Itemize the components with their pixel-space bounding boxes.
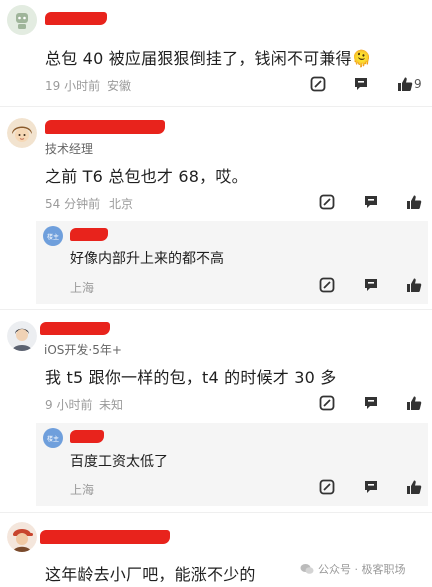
like-count: 9 <box>414 77 422 91</box>
comment-text: 这年龄去小厂吧，能涨不少的 <box>45 565 256 584</box>
user-title: iOS开发·5年+ <box>44 343 122 357</box>
comment-time: 54 分钟前 <box>45 197 101 211</box>
avatar[interactable] <box>7 118 37 148</box>
avatar[interactable] <box>7 5 37 35</box>
edit-icon[interactable] <box>318 394 336 412</box>
edit-icon[interactable] <box>309 75 327 93</box>
comment-location: 北京 <box>109 197 134 211</box>
comment-location: 未知 <box>99 398 124 412</box>
redacted-username <box>70 228 108 241</box>
watermark: 公众号 · 极客职场 <box>300 561 406 577</box>
redacted-username <box>45 120 165 134</box>
comment-text: 我 t5 跟你一样的包，t4 的时候才 30 多 <box>45 368 337 387</box>
comment-icon[interactable] <box>352 75 370 93</box>
reply-location: 上海 <box>70 483 95 497</box>
edit-icon[interactable] <box>318 193 336 211</box>
avatar[interactable] <box>7 522 37 552</box>
divider <box>0 309 432 310</box>
wechat-icon <box>300 563 314 575</box>
reply-text: 百度工资太低了 <box>70 454 168 470</box>
redacted-username <box>45 12 107 25</box>
avatar[interactable] <box>7 321 37 351</box>
comment-icon[interactable] <box>362 276 380 294</box>
divider <box>0 106 432 107</box>
thumb-up-icon[interactable] <box>396 75 414 93</box>
thumb-up-icon[interactable] <box>405 193 423 211</box>
comment-text: 总包 40 被应届狠狠倒挂了，钱闲不可兼得🫠 <box>45 49 372 68</box>
thumb-up-icon[interactable] <box>405 276 423 294</box>
comment-time: 19 小时前 <box>45 79 101 93</box>
thumb-up-icon[interactable] <box>405 394 423 412</box>
edit-icon[interactable] <box>318 478 336 496</box>
edit-icon[interactable] <box>318 276 336 294</box>
comment-icon[interactable] <box>362 394 380 412</box>
user-title: 技术经理 <box>45 142 94 156</box>
watermark-text: 公众号 · 极客职场 <box>318 563 406 576</box>
comment-icon[interactable] <box>362 193 380 211</box>
comment-location: 安徽 <box>107 79 132 93</box>
thumb-up-icon[interactable] <box>405 478 423 496</box>
comment-icon[interactable] <box>362 478 380 496</box>
reply-location: 上海 <box>70 281 95 295</box>
comment-time: 9 小时前 <box>45 398 93 412</box>
reply-text: 好像内部升上来的都不高 <box>70 251 224 267</box>
divider <box>0 512 432 513</box>
author-badge: 楼主 <box>43 428 63 448</box>
comment-text: 之前 T6 总包也才 68，哎。 <box>45 167 248 186</box>
redacted-username <box>40 322 110 335</box>
redacted-username <box>40 530 170 544</box>
redacted-username <box>70 430 104 443</box>
author-badge: 楼主 <box>43 226 63 246</box>
